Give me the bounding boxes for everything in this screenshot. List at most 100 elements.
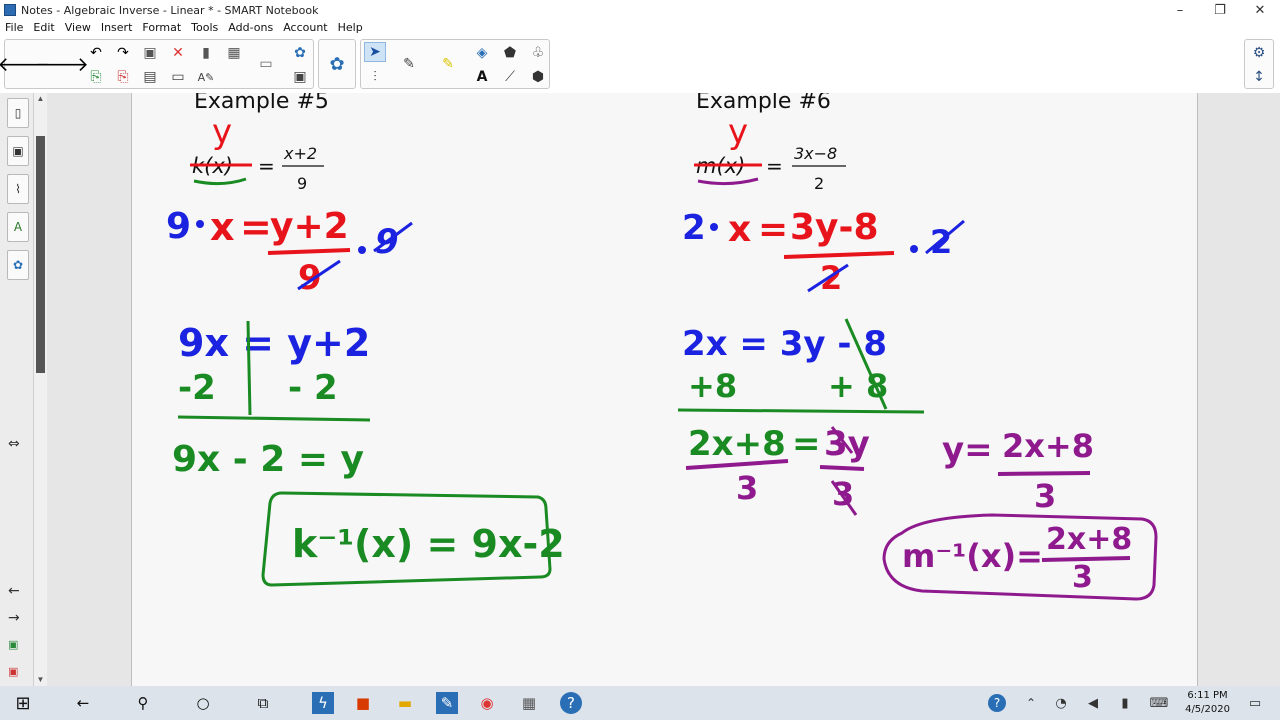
- select-icon[interactable]: ➤: [364, 42, 386, 62]
- menu-view[interactable]: View: [60, 20, 96, 36]
- paste-icon[interactable]: ⎘: [85, 67, 107, 87]
- menu-format[interactable]: Format: [137, 20, 186, 36]
- shapes-icon[interactable]: ◈: [471, 43, 493, 63]
- menu-edit[interactable]: Edit: [28, 20, 59, 36]
- delete-icon[interactable]: ✕: [167, 43, 189, 63]
- addons-icon[interactable]: ✿: [289, 43, 311, 63]
- add-page-icon[interactable]: ▣: [139, 43, 161, 63]
- menu-addons[interactable]: Add-ons: [223, 20, 278, 36]
- taskbar: ⊞ ← ⚲ ○ ⧉ ϟ ■ ▬ ✎ ◉ ▦ ? ? ⌃ ◔ ◀ ▮ ⌨ 6:11…: [0, 686, 1280, 720]
- toolbar-group-settings: ⚙ ↕: [1244, 39, 1274, 89]
- vertical-scrollbar[interactable]: ▲ ▼: [34, 93, 47, 686]
- file-explorer-icon[interactable]: ▬: [394, 692, 416, 714]
- measure-icon[interactable]: ⫶: [364, 67, 386, 87]
- next-page-icon[interactable]: →: [8, 610, 20, 626]
- resize-arrow-icon[interactable]: ⇔: [8, 436, 20, 452]
- menu-bar: File Edit View Insert Format Tools Add-o…: [0, 20, 1280, 36]
- notebook-icon[interactable]: ✎: [436, 692, 458, 714]
- save-icon[interactable]: ▤: [139, 67, 161, 87]
- menu-insert[interactable]: Insert: [96, 20, 138, 36]
- volume-icon[interactable]: ◀: [1082, 692, 1104, 714]
- screen-icon[interactable]: ▣: [289, 67, 311, 87]
- window-controls: – ❐ ✕: [1160, 0, 1280, 20]
- spell-icon[interactable]: A✎: [195, 67, 217, 87]
- example5-step2-left: -2: [178, 368, 216, 408]
- scroll-thumb[interactable]: [36, 136, 45, 373]
- system-clock[interactable]: 6:11 PM 4/5/2020: [1185, 689, 1230, 717]
- add-page-side-icon[interactable]: ▣: [8, 638, 18, 651]
- menu-help[interactable]: Help: [333, 20, 368, 36]
- attachments-icon[interactable]: ⌇: [7, 174, 29, 204]
- display-icon[interactable]: ▭: [167, 67, 189, 87]
- people-icon[interactable]: ⌃: [1020, 692, 1042, 714]
- example5-step2-row1: 9x = y+2: [178, 321, 370, 365]
- scroll-down-icon[interactable]: ▼: [35, 675, 46, 685]
- eraser-icon[interactable]: ⬢: [527, 67, 549, 87]
- example5-y-replacement: y: [212, 112, 232, 152]
- properties-icon[interactable]: A: [7, 212, 29, 242]
- task-view-icon[interactable]: ⧉: [252, 692, 274, 714]
- app-icon[interactable]: ▦: [518, 692, 540, 714]
- title-bar: Notes - Algebraic Inverse - Linear * - S…: [0, 0, 1280, 20]
- line-icon[interactable]: ⟋: [499, 67, 521, 87]
- screen-shade-icon[interactable]: ▮: [195, 43, 217, 63]
- highlighter-icon[interactable]: ✎: [437, 54, 459, 74]
- example5-numerator: x+2: [283, 144, 317, 163]
- example6-step1-mult: 2: [682, 208, 706, 248]
- cortana-icon[interactable]: ○: [192, 692, 214, 714]
- minimize-button[interactable]: –: [1160, 0, 1200, 20]
- battery-icon[interactable]: ▮: [1114, 692, 1136, 714]
- help-icon[interactable]: ?: [560, 692, 582, 714]
- close-button[interactable]: ✕: [1240, 0, 1280, 20]
- example5-step1-mult: 9: [166, 206, 191, 247]
- gear-icon[interactable]: ⚙: [1248, 43, 1270, 63]
- toolbar-group-main: 🡐 🡒 ↶ ↷ ▣ ✕ ▮ ▦ ✿ ⎘ ⎘ ▤ ▭ A✎ ▭ ▣: [0, 39, 314, 89]
- notification-icon[interactable]: ▭: [1244, 692, 1266, 714]
- addons-side-icon[interactable]: ✿: [7, 250, 29, 280]
- notebook-page[interactable]: Example #5 k(x) = x+2 9 y 9 x = y+2 9 9 …: [131, 89, 1198, 686]
- menu-file[interactable]: File: [0, 20, 28, 36]
- redo-icon[interactable]: ↷: [112, 43, 134, 63]
- page-ink-layer: Example #5 k(x) = x+2 9 y 9 x = y+2 9 9 …: [166, 89, 1158, 601]
- pen-icon[interactable]: ✎: [398, 54, 420, 74]
- magic-pen-icon[interactable]: ♧: [527, 43, 549, 63]
- gallery-icon[interactable]: ▣: [7, 136, 29, 166]
- office-icon[interactable]: ■: [352, 692, 374, 714]
- example6-side-num: 2x+8: [1002, 427, 1094, 465]
- smart-icon[interactable]: ϟ: [312, 692, 334, 714]
- menu-account[interactable]: Account: [278, 20, 332, 36]
- example6-denominator: 2: [814, 174, 824, 193]
- example6-side-y: y=: [942, 430, 993, 470]
- example6-step2-left: +8: [688, 367, 737, 405]
- remove-page-icon[interactable]: ⎘: [112, 67, 134, 87]
- puzzle-icon[interactable]: ✿: [326, 54, 348, 75]
- page-sorter-icon[interactable]: ▯: [7, 98, 29, 128]
- expand-icon[interactable]: ↕: [1248, 67, 1270, 87]
- keyboard-icon[interactable]: ⌨: [1148, 692, 1170, 714]
- search-icon[interactable]: ⚲: [132, 692, 154, 714]
- text-icon[interactable]: A: [471, 67, 493, 87]
- back-icon[interactable]: ←: [72, 692, 94, 714]
- example5-step1-num: y+2: [270, 206, 349, 247]
- windows-start-icon[interactable]: ⊞: [12, 692, 34, 714]
- tray-help-icon[interactable]: ?: [988, 694, 1006, 712]
- wifi-icon[interactable]: ◔: [1050, 692, 1072, 714]
- previous-page-icon[interactable]: ←: [8, 583, 20, 599]
- back-arrow-icon[interactable]: 🡐: [0, 52, 51, 76]
- undo-icon[interactable]: ↶: [85, 43, 107, 63]
- delete-page-side-icon[interactable]: ▣: [8, 665, 18, 678]
- scroll-up-icon[interactable]: ▲: [35, 94, 46, 104]
- chrome-icon[interactable]: ◉: [476, 692, 498, 714]
- example5-step1-x: x: [210, 205, 235, 249]
- menu-tools[interactable]: Tools: [186, 20, 223, 36]
- forward-arrow-icon[interactable]: 🡒: [35, 52, 89, 76]
- restore-button[interactable]: ❐: [1200, 0, 1240, 20]
- table-icon[interactable]: ▦: [223, 43, 245, 63]
- side-panel: ▯ ▣ ⌇ A ✿ ⇔ ← → ▣ ▣: [0, 93, 34, 686]
- example6-y-replacement: y: [728, 112, 748, 152]
- capture-icon[interactable]: ▭: [255, 54, 277, 74]
- fill-icon[interactable]: ⬟: [499, 43, 521, 63]
- toolbar-group-tools: ➤ ✎ ✎ ◈ ⬟ ♧ ⫶ A ⟋ ⬢: [360, 39, 550, 89]
- example6-step1-den: 2: [820, 259, 842, 297]
- example6-numerator: 3x−8: [794, 144, 837, 163]
